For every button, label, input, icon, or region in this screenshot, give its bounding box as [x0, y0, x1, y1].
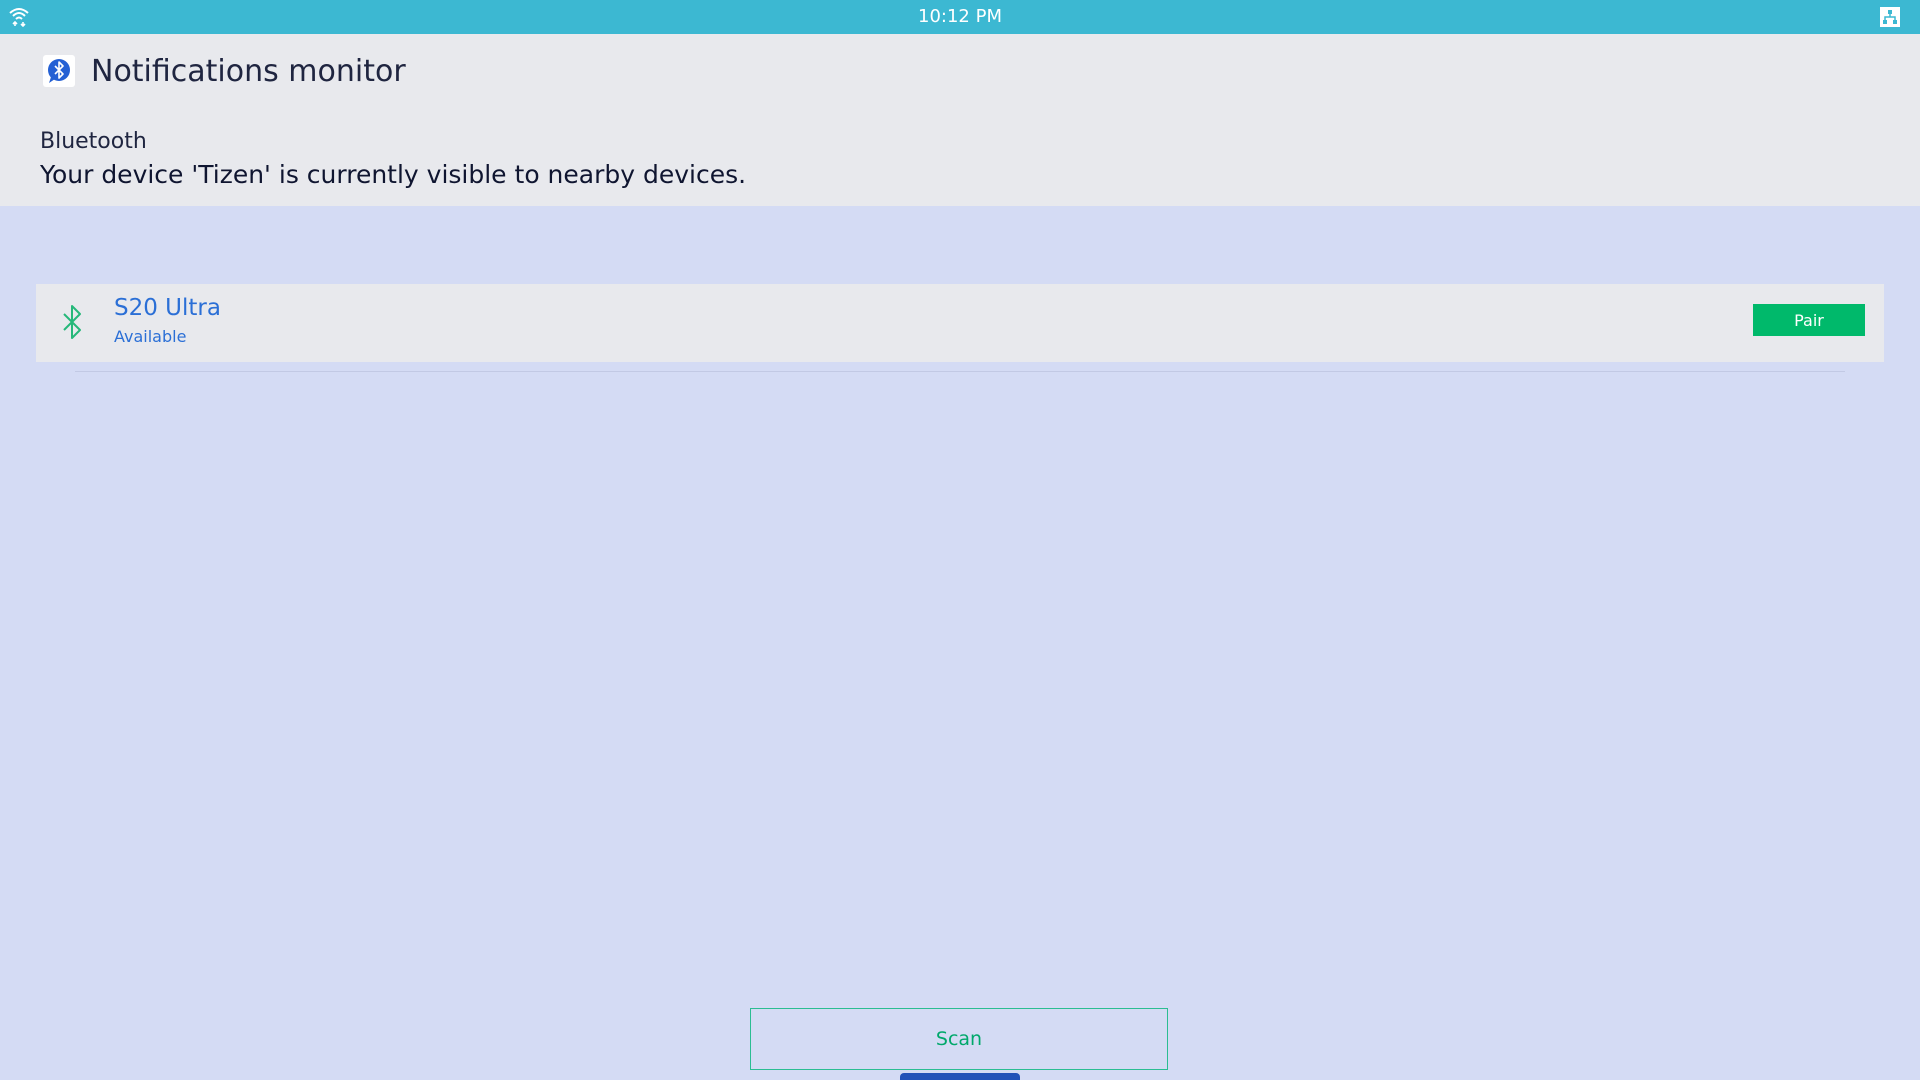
visibility-message: Your device 'Tizen' is currently visible…: [40, 160, 747, 189]
list-divider: [75, 371, 1845, 372]
device-list-item[interactable]: S20 Ultra Available Pair: [36, 284, 1884, 362]
pair-button[interactable]: Pair: [1753, 304, 1865, 336]
device-name: S20 Ultra: [114, 295, 221, 321]
header: Notifications monitor Bluetooth Your dev…: [0, 34, 1920, 206]
device-status: Available: [114, 327, 187, 346]
section-label: Bluetooth: [40, 129, 147, 154]
network-icon[interactable]: [1879, 6, 1901, 28]
home-indicator[interactable]: [900, 1073, 1020, 1080]
bluetooth-chat-icon: [48, 59, 70, 83]
status-time: 10:12 PM: [918, 6, 1002, 27]
scan-button[interactable]: Scan: [750, 1008, 1168, 1070]
app-icon: [43, 55, 75, 87]
status-bar: 10:12 PM: [0, 0, 1920, 34]
bluetooth-icon: [63, 305, 81, 339]
page-title: Notifications monitor: [91, 54, 406, 89]
